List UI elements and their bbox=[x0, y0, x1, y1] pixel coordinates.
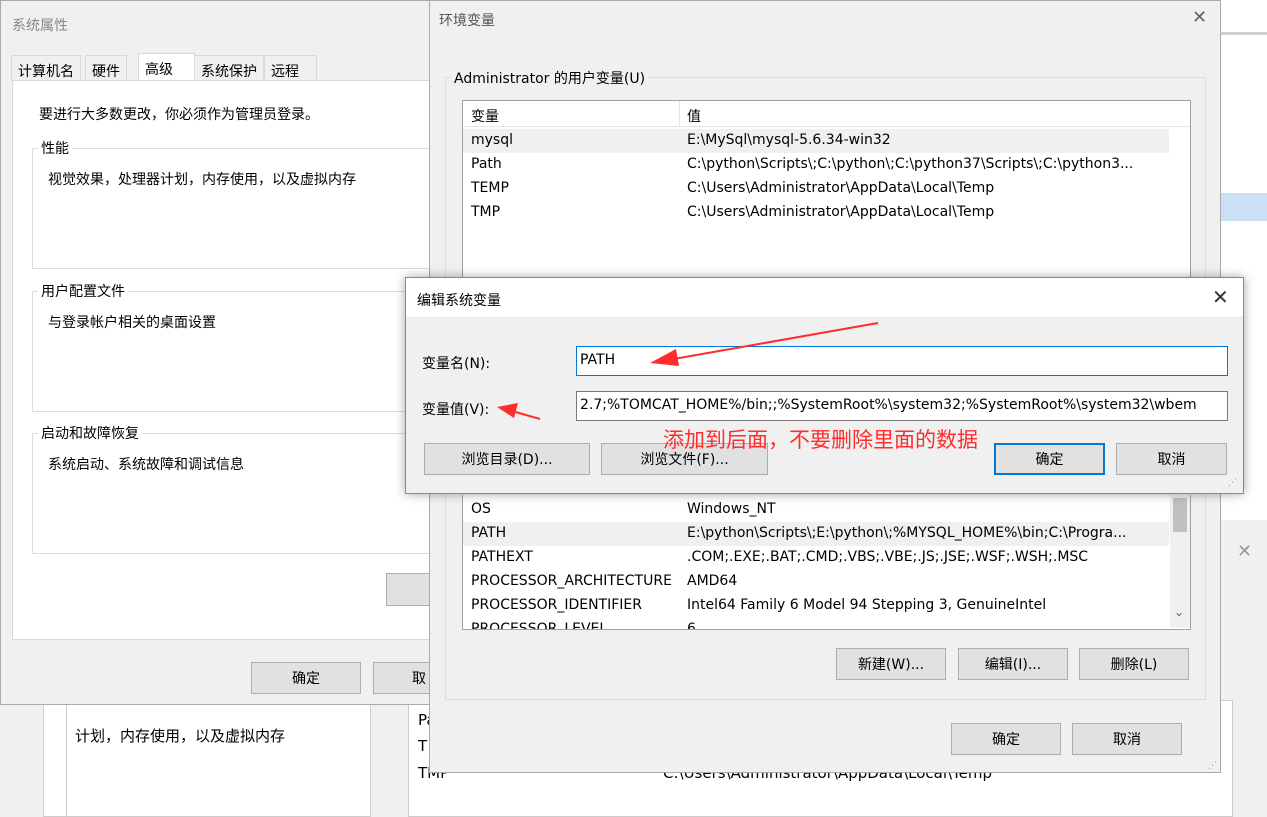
arrow-annotation-icon bbox=[650, 322, 879, 366]
annotation-note: 添加到后面，不要删除里面的数据 bbox=[663, 428, 978, 452]
annotation-overlay bbox=[497, 322, 879, 420]
arrow-annotation-icon bbox=[497, 403, 541, 420]
